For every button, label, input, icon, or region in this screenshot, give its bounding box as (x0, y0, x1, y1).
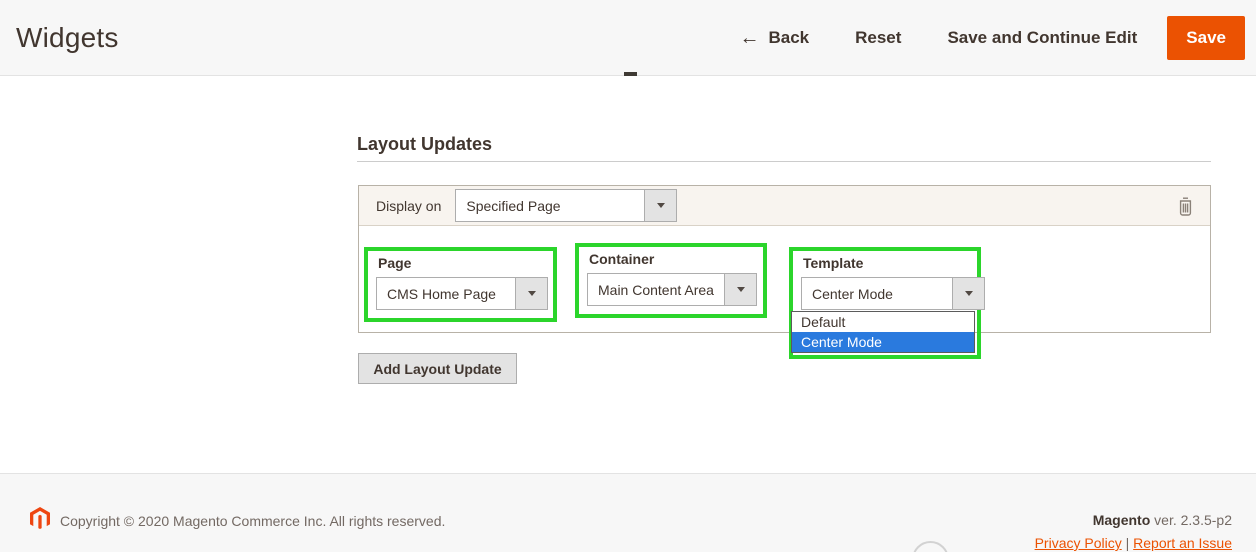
clipped-circle-fragment (912, 541, 949, 552)
privacy-policy-link[interactable]: Privacy Policy (1035, 535, 1122, 551)
back-button-label: Back (768, 28, 809, 48)
brand-name: Magento (1093, 512, 1151, 528)
footer-links: Privacy Policy | Report an Issue (1035, 535, 1232, 551)
clipped-content-fragment (624, 72, 637, 76)
chevron-down-icon (724, 274, 756, 305)
layout-update-card-header: Display on Specified Page (359, 186, 1210, 226)
header-actions: ← Back Reset Save and Continue Edit Save (739, 0, 1245, 76)
highlight-box-container: Container Main Content Area (575, 243, 767, 318)
page-select-value: CMS Home Page (377, 278, 515, 309)
back-arrow-icon: ← (739, 28, 759, 48)
template-option-default[interactable]: Default (792, 312, 974, 332)
page-field-label: Page (378, 255, 553, 271)
page-footer: Copyright © 2020 Magento Commerce Inc. A… (0, 473, 1256, 552)
save-and-continue-button[interactable]: Save and Continue Edit (947, 28, 1137, 48)
container-select-value: Main Content Area (588, 274, 724, 305)
highlight-box-template: Template Center Mode Default Center Mode (789, 247, 981, 359)
template-select-value: Center Mode (802, 278, 952, 309)
copyright-text: Copyright © 2020 Magento Commerce Inc. A… (60, 513, 445, 529)
links-separator: | (1126, 535, 1130, 551)
layout-updates-heading: Layout Updates (357, 134, 492, 155)
section-divider (357, 161, 1211, 162)
template-select[interactable]: Center Mode (801, 277, 985, 310)
chevron-down-icon (644, 190, 676, 221)
delete-layout-update-icon[interactable] (1177, 197, 1194, 216)
page-title: Widgets (16, 22, 119, 54)
template-option-center-mode[interactable]: Center Mode (792, 332, 974, 352)
back-button[interactable]: ← Back (739, 28, 809, 48)
magento-logo-icon (30, 507, 50, 530)
display-on-select[interactable]: Specified Page (455, 189, 677, 222)
add-layout-update-button[interactable]: Add Layout Update (358, 353, 517, 384)
display-on-select-value: Specified Page (456, 190, 644, 221)
reset-button[interactable]: Reset (855, 28, 901, 48)
widgets-page: Widgets ← Back Reset Save and Continue E… (0, 0, 1256, 552)
chevron-down-icon (952, 278, 984, 309)
save-button[interactable]: Save (1167, 16, 1245, 60)
display-on-label: Display on (376, 198, 441, 214)
chevron-down-icon (515, 278, 547, 309)
version-number: ver. 2.3.5-p2 (1154, 512, 1232, 528)
page-select[interactable]: CMS Home Page (376, 277, 548, 310)
page-header: Widgets ← Back Reset Save and Continue E… (0, 0, 1256, 76)
version-text: Magento ver. 2.3.5-p2 (1093, 512, 1232, 528)
template-dropdown-list: Default Center Mode (791, 311, 975, 353)
container-field-label: Container (589, 251, 763, 267)
highlight-box-page: Page CMS Home Page (364, 247, 557, 322)
container-select[interactable]: Main Content Area (587, 273, 757, 306)
template-field-label: Template (803, 255, 977, 271)
report-issue-link[interactable]: Report an Issue (1133, 535, 1232, 551)
